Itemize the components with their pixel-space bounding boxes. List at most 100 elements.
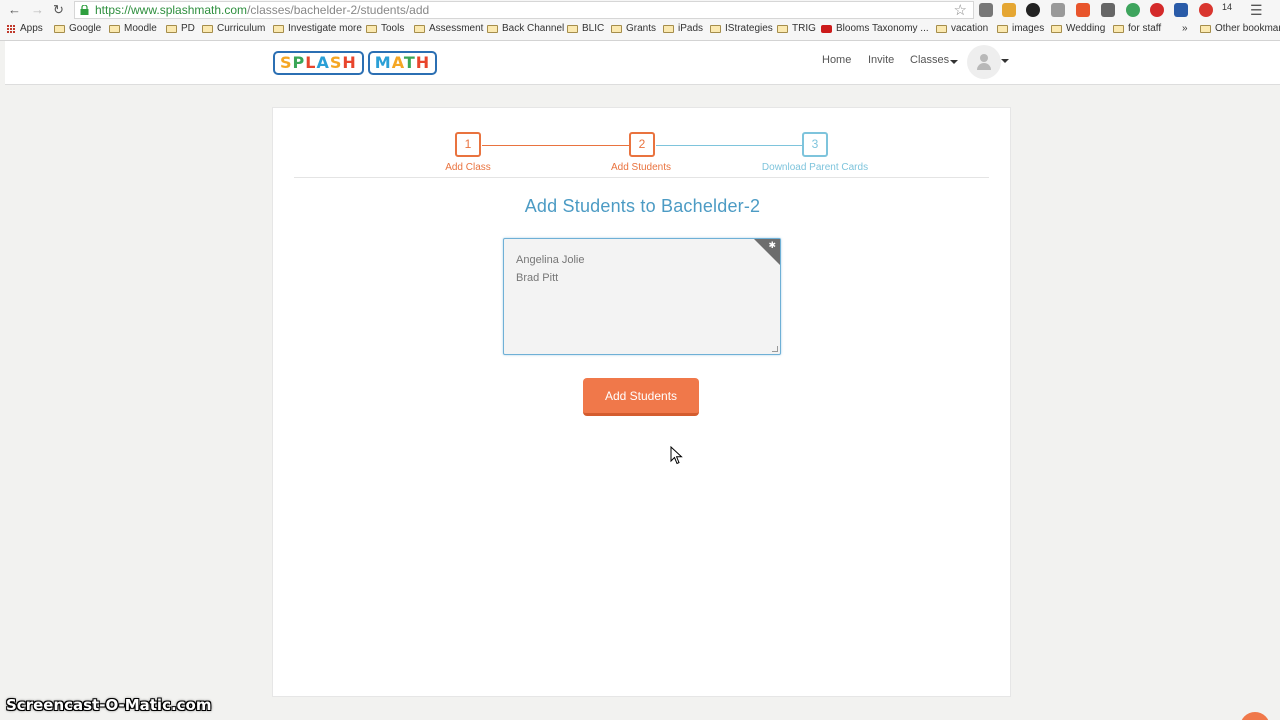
- logo-letter: A: [391, 53, 404, 72]
- step-connector-done: [482, 145, 629, 146]
- circle-extension-icon[interactable]: [1026, 3, 1040, 17]
- folder-icon: [414, 24, 425, 33]
- avatar[interactable]: [967, 45, 1001, 79]
- students-textarea[interactable]: Angelina Jolie Brad Pitt: [504, 239, 780, 354]
- bookmark-curriculum[interactable]: Curriculum: [202, 23, 265, 34]
- user-menu-caret-icon[interactable]: [1001, 59, 1009, 63]
- step-connector-pending: [656, 145, 804, 146]
- recorder-indicator-icon: [1240, 712, 1270, 720]
- adblock-extension-icon[interactable]: [1199, 3, 1213, 17]
- audio-extension-icon[interactable]: [1051, 3, 1065, 17]
- bookmark-google[interactable]: Google: [54, 23, 101, 34]
- opera-extension-icon[interactable]: [1150, 3, 1164, 17]
- folder-icon: [366, 24, 377, 33]
- bookmark-investigate-more[interactable]: Investigate more: [273, 23, 362, 34]
- bookmark-blic[interactable]: BLIC: [567, 23, 604, 34]
- bookmark-label: Other bookmarks: [1215, 23, 1280, 34]
- folder-icon: [567, 24, 578, 33]
- add-students-button[interactable]: Add Students: [583, 378, 699, 416]
- folder-icon: [936, 24, 947, 33]
- bookmark-label: Back Channel: [502, 23, 565, 34]
- bookmark-tools[interactable]: Tools: [366, 23, 404, 34]
- nav-home-link[interactable]: Home: [822, 54, 851, 66]
- logo-letter: L: [305, 53, 317, 72]
- bookmark-label: TRIG: [792, 23, 816, 34]
- folder-icon: [273, 24, 284, 33]
- back-arrow-icon[interactable]: ←: [8, 2, 21, 18]
- step-2-box: 2: [629, 132, 655, 157]
- bookmark-label: Google: [69, 23, 102, 34]
- bookmark-label: Wedding: [1066, 23, 1106, 34]
- classes-caret-icon: [950, 60, 958, 64]
- badge-count: 14: [1222, 2, 1233, 12]
- bookmark-label: for staff: [1128, 23, 1162, 34]
- nav-invite-link[interactable]: Invite: [868, 54, 894, 66]
- url-host: https://www.splashmath.com: [95, 3, 248, 17]
- user-icon: [980, 54, 988, 62]
- bookmark-assessment[interactable]: Assessment: [414, 23, 483, 34]
- splash-math-logo[interactable]: SPLASH MATH: [273, 51, 438, 75]
- bookmark-pd[interactable]: PD: [166, 23, 195, 34]
- folder-icon: [663, 24, 674, 33]
- bookmark-istrategies[interactable]: IStrategies: [710, 23, 773, 34]
- bookmark-moodle[interactable]: Moodle: [109, 23, 157, 34]
- bookmark-label: iPads: [678, 23, 704, 34]
- wizard-divider: [294, 177, 989, 178]
- bookmark-label: PD: [181, 23, 195, 34]
- bookmark-images[interactable]: images: [997, 23, 1044, 34]
- resize-handle-icon[interactable]: [772, 346, 778, 352]
- folder-icon: [1200, 24, 1211, 33]
- s-extension-icon[interactable]: [1174, 3, 1188, 17]
- students-textarea-wrapper: Angelina Jolie Brad Pitt ✱: [503, 238, 781, 355]
- overflow-chevron-icon: »: [1182, 23, 1188, 34]
- page-title: Add Students to Bachelder-2: [524, 196, 761, 216]
- logo-letter: A: [316, 53, 330, 72]
- bookmark-ipads[interactable]: iPads: [663, 23, 703, 34]
- evernote-extension-icon[interactable]: [1002, 3, 1016, 17]
- folder-icon: [710, 24, 721, 33]
- reload-icon[interactable]: ↻: [53, 2, 64, 18]
- logo-letter: S: [329, 53, 343, 72]
- bookmark-vacation[interactable]: vacation: [936, 23, 988, 34]
- bookmark-for-staff[interactable]: for staff: [1113, 23, 1161, 34]
- screencast-extension-icon[interactable]: [1076, 3, 1090, 17]
- bookmark-label: Assessment: [429, 23, 484, 34]
- user-icon-body: [977, 63, 991, 70]
- screencast-watermark: Screencast-O-Matic.com: [6, 696, 212, 714]
- logo-letter: H: [342, 53, 357, 72]
- site-header: SPLASH MATH Home Invite Classes: [5, 41, 1280, 85]
- scissors-extension-icon[interactable]: [979, 3, 993, 17]
- bookmark-label: vacation: [951, 23, 989, 34]
- bookmark-trig[interactable]: TRIG: [777, 23, 816, 34]
- url-path: /classes/bachelder-2/students/add: [247, 3, 430, 17]
- address-bar[interactable]: https://www.splashmath.com/classes/bache…: [74, 1, 974, 19]
- nav-classes-label: Classes: [910, 54, 950, 66]
- folder-icon: [166, 24, 177, 33]
- menu-icon[interactable]: ☰: [1250, 2, 1263, 18]
- apps-grid-icon: [7, 24, 15, 33]
- google-extension-icon[interactable]: [1126, 3, 1140, 17]
- browser-toolbar: ← → ↻ https://www.splashmath.com/classes…: [0, 0, 1280, 20]
- step-1-box[interactable]: 1: [455, 132, 481, 157]
- logo-letter: P: [292, 53, 306, 72]
- required-corner-icon: [754, 239, 780, 265]
- forward-arrow-icon[interactable]: →: [31, 2, 44, 18]
- nav-classes-dropdown[interactable]: Classes: [910, 54, 949, 66]
- folder-icon: [487, 24, 498, 33]
- logo-word-splash: SPLASH: [273, 51, 364, 75]
- bookmarks-overflow[interactable]: »: [1182, 23, 1188, 34]
- bookmark-star-icon[interactable]: ☆: [954, 1, 967, 19]
- mouse-cursor-icon: [670, 446, 683, 465]
- tools-extension-icon[interactable]: [1101, 3, 1115, 17]
- bookmarks-bar: Apps Google Moodle PD Curriculum Investi…: [0, 20, 1280, 41]
- bookmark-back-channel[interactable]: Back Channel: [487, 23, 564, 34]
- bookmark-apps[interactable]: Apps: [7, 23, 43, 34]
- bookmark-label: BLIC: [582, 23, 605, 34]
- bookmark-blooms-taxonomy[interactable]: Blooms Taxonomy ...: [821, 23, 929, 34]
- logo-letter: S: [280, 53, 293, 72]
- folder-icon: [777, 24, 788, 33]
- bookmark-other[interactable]: Other bookmarks: [1200, 23, 1280, 34]
- bookmark-label: images: [1012, 23, 1045, 34]
- bookmark-wedding[interactable]: Wedding: [1051, 23, 1105, 34]
- bookmark-grants[interactable]: Grants: [611, 23, 656, 34]
